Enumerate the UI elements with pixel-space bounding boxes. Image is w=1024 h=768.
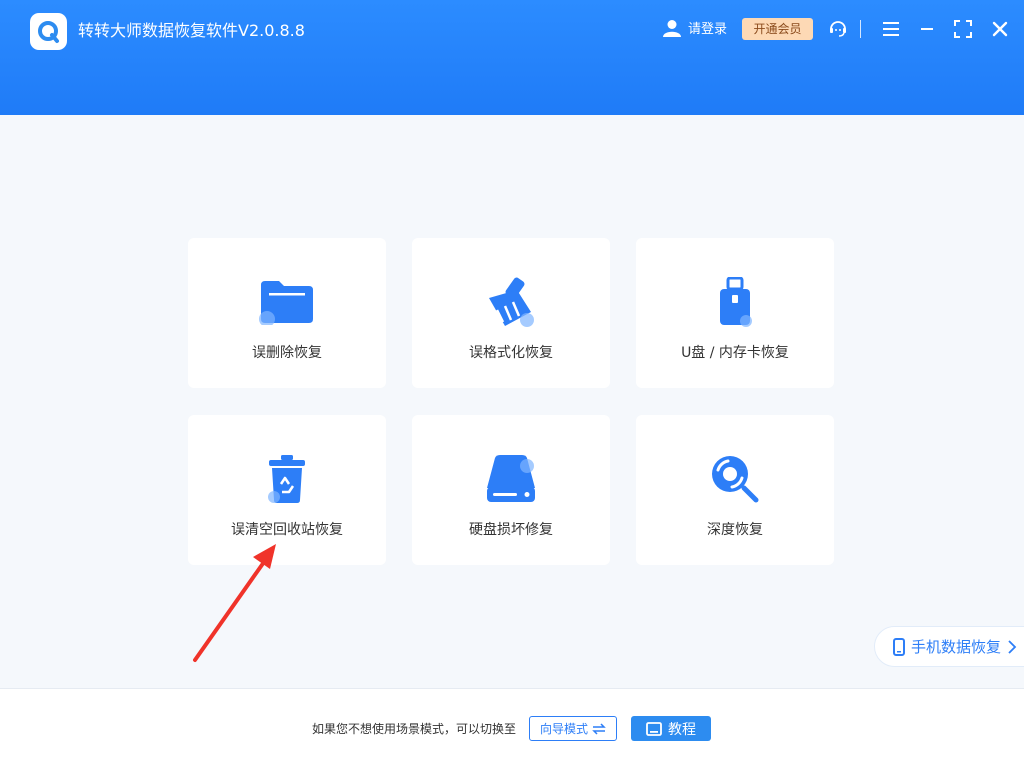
login-label: 请登录 [688, 22, 728, 37]
tutorial-button[interactable]: 教程 [631, 716, 711, 741]
user-icon [663, 19, 681, 37]
footer-hint: 如果您不想使用场景模式，可以切换至 [312, 722, 517, 736]
vip-button[interactable]: 开通会员 [742, 18, 813, 40]
card-label: 误格式化恢复 [469, 345, 553, 361]
customer-service-icon[interactable] [827, 18, 849, 40]
phone-icon [893, 637, 905, 656]
switch-icon [592, 722, 606, 735]
tutorial-label: 教程 [668, 721, 696, 738]
mobile-recovery-label: 手机数据恢复 [911, 638, 1002, 656]
mobile-recovery-tab[interactable]: 手机数据恢复 [874, 626, 1024, 667]
card-deleted-recovery[interactable]: 误删除恢复 [188, 238, 386, 388]
usb-drive-icon [720, 277, 752, 327]
hard-disk-icon [487, 455, 535, 502]
guide-mode-label: 向导模式 [539, 722, 588, 736]
card-recycle-bin-recovery[interactable]: 误清空回收站恢复 [188, 415, 386, 565]
login-button[interactable]: 请登录 [662, 18, 727, 37]
title-bar: 转转大师数据恢复软件V2.0.8.8 请登录 开通会员 [0, 0, 1024, 115]
card-label: 硬盘损坏修复 [469, 522, 553, 538]
card-format-recovery[interactable]: 误格式化恢复 [412, 238, 610, 388]
card-label: 深度恢复 [707, 522, 763, 538]
footer-bar: 如果您不想使用场景模式，可以切换至 向导模式 教程 [0, 688, 1024, 768]
card-usb-recovery[interactable]: U盘 / 内存卡恢复 [636, 238, 834, 388]
card-label: 误删除恢复 [252, 345, 322, 361]
guide-mode-button[interactable]: 向导模式 [529, 716, 617, 741]
book-icon [646, 721, 662, 736]
close-icon[interactable] [989, 18, 1011, 40]
app-title: 转转大师数据恢复软件V2.0.8.8 [78, 21, 305, 40]
minimize-icon[interactable] [916, 18, 938, 40]
folder-icon [259, 281, 313, 325]
header-separator [860, 20, 861, 38]
chevron-right-icon [1008, 639, 1017, 654]
card-disk-repair[interactable]: 硬盘损坏修复 [412, 415, 610, 565]
deep-search-icon [712, 456, 759, 503]
app-logo [30, 13, 67, 50]
recycle-bin-icon [268, 455, 305, 503]
card-label: 误清空回收站恢复 [231, 522, 343, 538]
broom-icon [489, 277, 534, 327]
card-deep-recovery[interactable]: 深度恢复 [636, 415, 834, 565]
menu-icon[interactable] [880, 18, 902, 40]
card-label: U盘 / 内存卡恢复 [681, 345, 789, 361]
maximize-icon[interactable] [952, 18, 974, 40]
